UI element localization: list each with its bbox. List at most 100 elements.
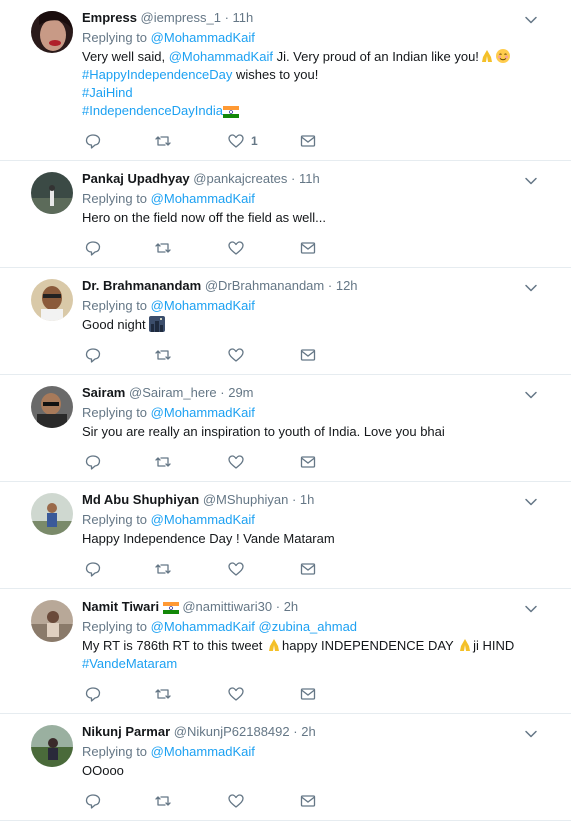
direct-message-button[interactable] — [299, 560, 317, 578]
separator-dot: · — [291, 492, 297, 507]
reply-button[interactable] — [84, 792, 102, 810]
chevron-down-icon[interactable] — [523, 12, 539, 28]
reply-icon — [85, 241, 101, 256]
direct-message-button[interactable] — [299, 453, 317, 471]
timestamp[interactable]: 29m — [228, 385, 253, 400]
chevron-down-icon[interactable] — [523, 173, 539, 189]
timestamp[interactable]: 2h — [284, 599, 298, 614]
tweet-header: Md Abu Shuphiyan @MShuphiyan · 1h — [82, 492, 557, 508]
replying-to-link[interactable]: @MohammadKaif — [151, 512, 255, 527]
reply-tweet[interactable]: Empress @iempress_1 · 11h Replying to @M… — [0, 0, 571, 161]
user-handle[interactable]: @NikunjP62188492 — [174, 724, 290, 739]
reply-icon — [85, 794, 101, 809]
timestamp[interactable]: 12h — [336, 278, 358, 293]
like-button[interactable] — [227, 346, 245, 364]
avatar[interactable] — [31, 11, 73, 53]
display-name[interactable]: Namit Tiwari — [82, 599, 159, 614]
user-handle[interactable]: @iempress_1 — [141, 10, 221, 25]
retweet-button[interactable] — [154, 792, 172, 810]
replying-to-link[interactable]: @zubina_ahmad — [259, 619, 357, 634]
direct-message-button[interactable] — [299, 239, 317, 257]
reply-button[interactable] — [84, 239, 102, 257]
reply-tweet[interactable]: Dr. Brahmanandam @DrBrahmanandam · 12h R… — [0, 268, 571, 375]
display-name[interactable]: Nikunj Parmar — [82, 724, 170, 739]
tweet-text-line: #JaiHind — [82, 84, 557, 102]
user-handle[interactable]: @namittiwari30 — [182, 599, 272, 614]
like-button[interactable] — [227, 685, 245, 703]
timestamp[interactable]: 2h — [301, 724, 315, 739]
display-name[interactable]: Empress — [82, 10, 137, 25]
like-icon — [228, 687, 244, 701]
hashtag-link[interactable]: #HappyIndependenceDay — [82, 67, 232, 82]
user-handle[interactable]: @DrBrahmanandam — [205, 278, 324, 293]
avatar[interactable] — [31, 386, 73, 428]
timestamp[interactable]: 1h — [300, 492, 314, 507]
avatar[interactable] — [31, 279, 73, 321]
timestamp[interactable]: 11h — [299, 171, 320, 186]
replying-to-link[interactable]: @MohammadKaif — [151, 30, 255, 45]
reply-button[interactable] — [84, 453, 102, 471]
display-name[interactable]: Pankaj Upadhyay — [82, 171, 190, 186]
reply-button[interactable] — [84, 132, 102, 150]
like-button[interactable] — [227, 453, 245, 471]
direct-message-icon — [300, 135, 316, 147]
user-handle[interactable]: @Sairam_here — [129, 385, 217, 400]
chevron-down-icon[interactable] — [523, 601, 539, 617]
hashtag-link[interactable]: #JaiHind — [82, 85, 133, 100]
like-button[interactable] — [227, 792, 245, 810]
replying-to-link[interactable]: @MohammadKaif — [151, 405, 255, 420]
reply-tweet[interactable]: Md Abu Shuphiyan @MShuphiyan · 1h Replyi… — [0, 482, 571, 589]
reply-tweet[interactable]: Namit Tiwari @namittiwari30 · 2h Replyin… — [0, 589, 571, 714]
like-button[interactable] — [227, 239, 245, 257]
reply-tweet[interactable]: Pankaj Upadhyay @pankajcreates · 11h Rep… — [0, 161, 571, 268]
reply-tweet[interactable]: Sairam @Sairam_here · 29m Replying to @M… — [0, 375, 571, 482]
tweet-header: Pankaj Upadhyay @pankajcreates · 11h — [82, 171, 557, 187]
reply-tweet[interactable]: Nikunj Parmar @NikunjP62188492 · 2h Repl… — [0, 714, 571, 821]
retweet-button[interactable] — [154, 453, 172, 471]
direct-message-button[interactable] — [299, 792, 317, 810]
retweet-icon — [155, 136, 171, 146]
user-handle[interactable]: @MShuphiyan — [203, 492, 288, 507]
retweet-icon — [155, 796, 171, 806]
reply-icon — [85, 348, 101, 363]
reply-button[interactable] — [84, 685, 102, 703]
avatar[interactable] — [31, 600, 73, 642]
reply-button[interactable] — [84, 560, 102, 578]
retweet-button[interactable] — [154, 239, 172, 257]
replying-to-link[interactable]: @MohammadKaif — [151, 298, 255, 313]
retweet-button[interactable] — [154, 132, 172, 150]
direct-message-button[interactable] — [299, 346, 317, 364]
chevron-down-icon[interactable] — [523, 726, 539, 742]
chevron-down-icon[interactable] — [523, 494, 539, 510]
hashtag-link[interactable]: #IndependenceDayIndia — [82, 103, 223, 118]
tweet-text-line: Good night — [82, 316, 557, 334]
retweet-button[interactable] — [154, 685, 172, 703]
replying-to-link[interactable]: @MohammadKaif — [151, 619, 255, 634]
chevron-down-icon[interactable] — [523, 280, 539, 296]
retweet-button[interactable] — [154, 560, 172, 578]
hashtag-link[interactable]: #VandeMataram — [82, 656, 177, 671]
display-name[interactable]: Md Abu Shuphiyan — [82, 492, 199, 507]
replying-to-link[interactable]: @MohammadKaif — [151, 744, 255, 759]
avatar[interactable] — [31, 493, 73, 535]
replying-to-label: Replying to — [82, 30, 148, 45]
avatar[interactable] — [31, 725, 73, 767]
direct-message-button[interactable] — [299, 685, 317, 703]
timestamp[interactable]: 11h — [233, 10, 254, 25]
like-button[interactable]: 1 — [227, 132, 258, 150]
replying-to-link[interactable]: @MohammadKaif — [151, 191, 255, 206]
retweet-icon — [155, 689, 171, 699]
display-name[interactable]: Sairam — [82, 385, 125, 400]
avatar[interactable] — [31, 172, 73, 214]
tweet-text-segment: Ji. Very proud of an Indian like you! — [272, 49, 479, 64]
reply-button[interactable] — [84, 346, 102, 364]
chevron-down-icon[interactable] — [523, 387, 539, 403]
display-name[interactable]: Dr. Brahmanandam — [82, 278, 201, 293]
tweet-text-line: OOooo — [82, 762, 557, 780]
direct-message-button[interactable] — [299, 132, 317, 150]
user-handle[interactable]: @pankajcreates — [193, 171, 287, 186]
retweet-button[interactable] — [154, 346, 172, 364]
like-button[interactable] — [227, 560, 245, 578]
tweet-text-line: Happy Independence Day ! Vande Mataram — [82, 530, 557, 548]
mention-link[interactable]: @MohammadKaif — [169, 49, 273, 64]
